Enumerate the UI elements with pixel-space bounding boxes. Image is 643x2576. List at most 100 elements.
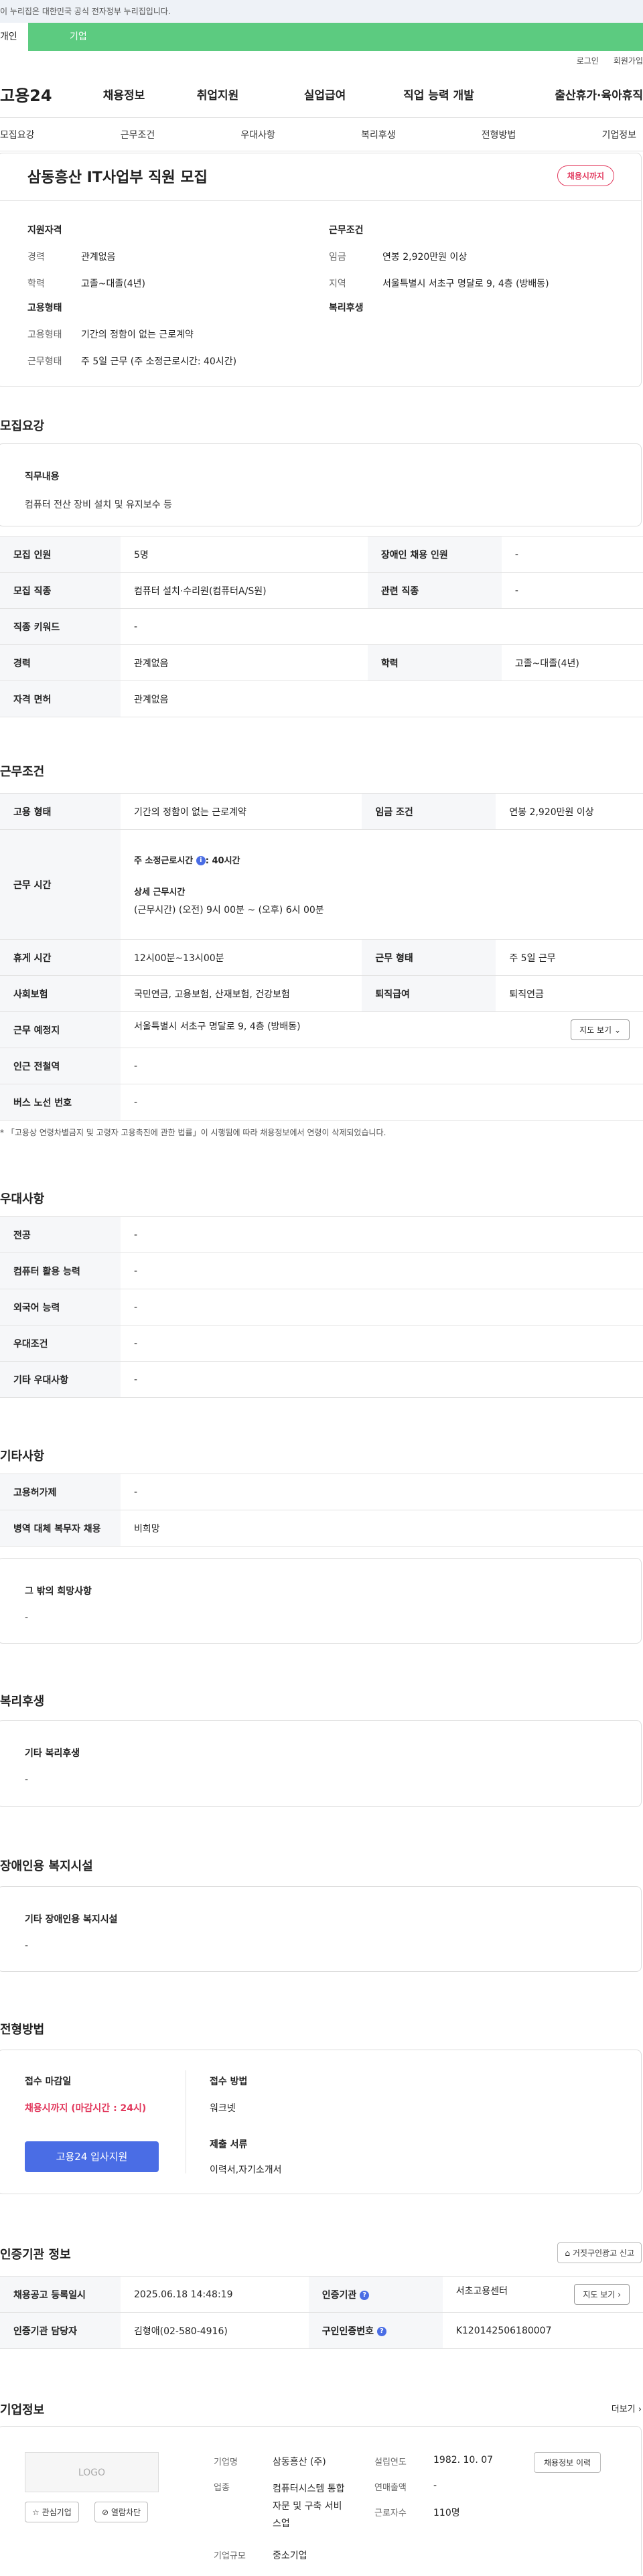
table-row: 전공 - [0, 1216, 643, 1253]
home-icon: ⌂ [565, 2248, 571, 2258]
deadline-heading: 접수 마감일 [25, 2076, 72, 2087]
tab-individual[interactable]: 개인 [0, 23, 28, 51]
wage-value: 연봉 2,920만원 이상 [382, 252, 468, 263]
cell-value: - [121, 1289, 643, 1326]
cell-label: 전공 [0, 1216, 121, 1253]
disability-box: 기타 장애인용 복지시설 - [0, 1886, 642, 1972]
cell-label: 직종 키워드 [0, 608, 121, 645]
anchor-screening[interactable]: 전형방법 [482, 128, 516, 141]
anchor-conditions[interactable]: 근무조건 [121, 128, 155, 141]
cell-value: 컴퓨터 설치·수리원(컴퓨터A/S원) [121, 572, 368, 609]
welfare-heading: 복리후생 [0, 1695, 45, 1709]
map-view-button[interactable]: 지도 보기 ⌄ [571, 1019, 630, 1040]
signup-link[interactable]: 회원가입 [614, 51, 643, 71]
nav-vocational-training[interactable]: 직업 능력 개발 [375, 86, 502, 102]
cell-label: 사회보험 [0, 975, 121, 1012]
cell-value: 주 5일 근무 [496, 939, 643, 976]
block-view-button[interactable]: ⊘ 열람차단 [94, 2502, 149, 2522]
detail-hours-value: (근무시간) (오전) 9시 00분 ~ (오후) 6시 00분 [134, 904, 324, 916]
cell-value: 연봉 2,920만원 이상 [496, 793, 643, 830]
tab-company[interactable]: 기업 [28, 23, 643, 51]
table-row: 근무 시간 주 소정근로시간 i: 40시간 상세 근무시간 (근무시간) (오… [0, 829, 643, 940]
cell-value: 5명 [121, 536, 368, 573]
agency-map-button[interactable]: 지도 보기 › [574, 2284, 630, 2305]
employment-type-block: 고용형태 고용형태 기간의 정함이 없는 근로계약 근무형태 주 5일 근무 (주 … [27, 301, 236, 381]
cell-value: - [121, 1253, 643, 1289]
site-logo[interactable]: 고용24 [0, 82, 87, 106]
anchor-welfare[interactable]: 복리후생 [361, 128, 396, 141]
anchor-recruit[interactable]: 모집요강 [0, 128, 35, 141]
map-view-label: 지도 보기 [579, 1025, 612, 1035]
company-more-link[interactable]: 더보기 › [612, 2402, 642, 2415]
job-title: 삼동흥산 IT사업부 직원 모집 [27, 169, 208, 186]
table-row: 인근 전철역 - [0, 1048, 643, 1084]
cell-value: K120142506180007 [442, 2312, 643, 2349]
employees-value: 110명 [433, 2508, 460, 2518]
false-ad-report-button[interactable]: ⌂ 거짓구인광고 신고 [557, 2242, 642, 2263]
cell-label: 근무 시간 [0, 829, 121, 940]
anchor-preference[interactable]: 우대사항 [240, 128, 275, 141]
work-time-cell: 주 소정근로시간 i: 40시간 상세 근무시간 (근무시간) (오전) 9시 … [121, 829, 643, 940]
cell-value: - [121, 1216, 643, 1253]
cell-value: 비희망 [121, 1510, 643, 1547]
agency-heading: 인증기관 정보 [0, 2248, 71, 2262]
method-value: 워크넷 [210, 2103, 236, 2114]
age-note: * 「고용상 연령차별금지 및 고령자 고용촉진에 관한 법률」이 시행됨에 따… [0, 1128, 386, 1137]
cell-value: - [121, 1474, 643, 1510]
gov-banner-text: 이 누리집은 대한민국 공식 전자정부 누리집입니다. [0, 7, 171, 16]
region-label: 지역 [329, 279, 346, 289]
work-hours-value: : 40시간 [205, 855, 240, 866]
preference-table: 전공 - 컴퓨터 활용 능력 - 외국어 능력 - 우대조건 - 기타 우대사항 - [0, 1216, 643, 1398]
job-history-button[interactable]: 채용정보 이력 [534, 2452, 601, 2473]
table-row: 버스 노선 번호 - [0, 1084, 643, 1121]
table-row: 외국어 능력 - [0, 1289, 643, 1326]
career-value: 관계없음 [81, 252, 116, 263]
nav-parental-leave[interactable]: 출산휴가·육아휴직 [502, 86, 643, 102]
cell-label: 고용허가제 [0, 1474, 121, 1510]
cell-label: 자격 면허 [0, 681, 121, 717]
sales-label: 연매출액 [374, 2483, 407, 2493]
favorite-company-button[interactable]: ☆ 관심기업 [25, 2502, 79, 2522]
info-icon[interactable]: ? [376, 2326, 386, 2336]
cell-value: 고졸~대졸(4년) [501, 644, 643, 681]
nav-employment-support[interactable]: 취업지원 [161, 86, 275, 102]
nav-unemployment-benefit[interactable]: 실업급여 [275, 86, 375, 102]
cell-value: - [501, 536, 643, 573]
conditions-heading: 근무조건 [329, 225, 364, 236]
welfare-box-heading: 기타 복리후생 [25, 1748, 80, 1759]
company-size-label: 기업규모 [214, 2551, 246, 2561]
table-row: 기타 우대사항 - [0, 1361, 643, 1398]
cell-value: 12시00분~13시00분 [121, 939, 362, 976]
welfare-box: 기타 복리후생 - [0, 1720, 642, 1807]
info-icon[interactable]: ? [360, 2290, 370, 2300]
login-link[interactable]: 로그인 [577, 51, 599, 71]
table-row: 고용 형태 기간의 정함이 없는 근로계약 임금 조건 연봉 2,920만원 이상 [0, 793, 643, 830]
table-row: 고용허가제 - [0, 1474, 643, 1510]
etc-table: 고용허가제 - 병역 대체 복무자 채용 비희망 [0, 1474, 643, 1547]
screening-box: 접수 마감일 채용시까지 (마감시간 : 24시) 고용24 입사지원 접수 방… [0, 2050, 642, 2194]
cell-label: 모집 직종 [0, 572, 121, 609]
user-type-tabs: 개인 기업 [0, 23, 643, 51]
info-icon[interactable]: i [196, 856, 206, 865]
qualification-heading: 지원자격 [27, 225, 62, 236]
founded-label: 설립연도 [374, 2457, 407, 2467]
education-label: 학력 [27, 279, 45, 289]
cell-value: 관계없음 [121, 644, 368, 681]
cell-label: 컴퓨터 활용 능력 [0, 1253, 121, 1289]
recruit-table: 모집 인원 5명 장애인 채용 인원 - 모집 직종 컴퓨터 설치·수리원(컴퓨터A/S… [0, 536, 643, 717]
table-row: 모집 직종 컴퓨터 설치·수리원(컴퓨터A/S원) 관련 직종 - [0, 572, 643, 609]
disability-heading: 장애인용 복지시설 [0, 1859, 93, 1873]
nav-jobs[interactable]: 채용정보 [87, 86, 161, 102]
cell-label: 임금 조건 [362, 793, 496, 830]
table-row: 컴퓨터 활용 능력 - [0, 1253, 643, 1289]
work-place-cell: 서울특별시 서초구 명달로 9, 4층 (방배동) 지도 보기 ⌄ [121, 1011, 643, 1048]
industry-value: 컴퓨터시스템 통합 자문 및 구축 서비스업 [273, 2484, 345, 2529]
table-row: 우대조건 - [0, 1325, 643, 1362]
preference-heading: 우대사항 [0, 1192, 45, 1206]
apply-button[interactable]: 고용24 입사지원 [25, 2141, 159, 2172]
cell-value: 김형애(02-580-4916) [121, 2312, 309, 2349]
anchor-company[interactable]: 기업정보 [601, 128, 636, 141]
cell-label: 기타 우대사항 [0, 1361, 121, 1398]
cell-label: 인근 전철역 [0, 1048, 121, 1084]
block-icon: ⊘ [102, 2508, 109, 2517]
